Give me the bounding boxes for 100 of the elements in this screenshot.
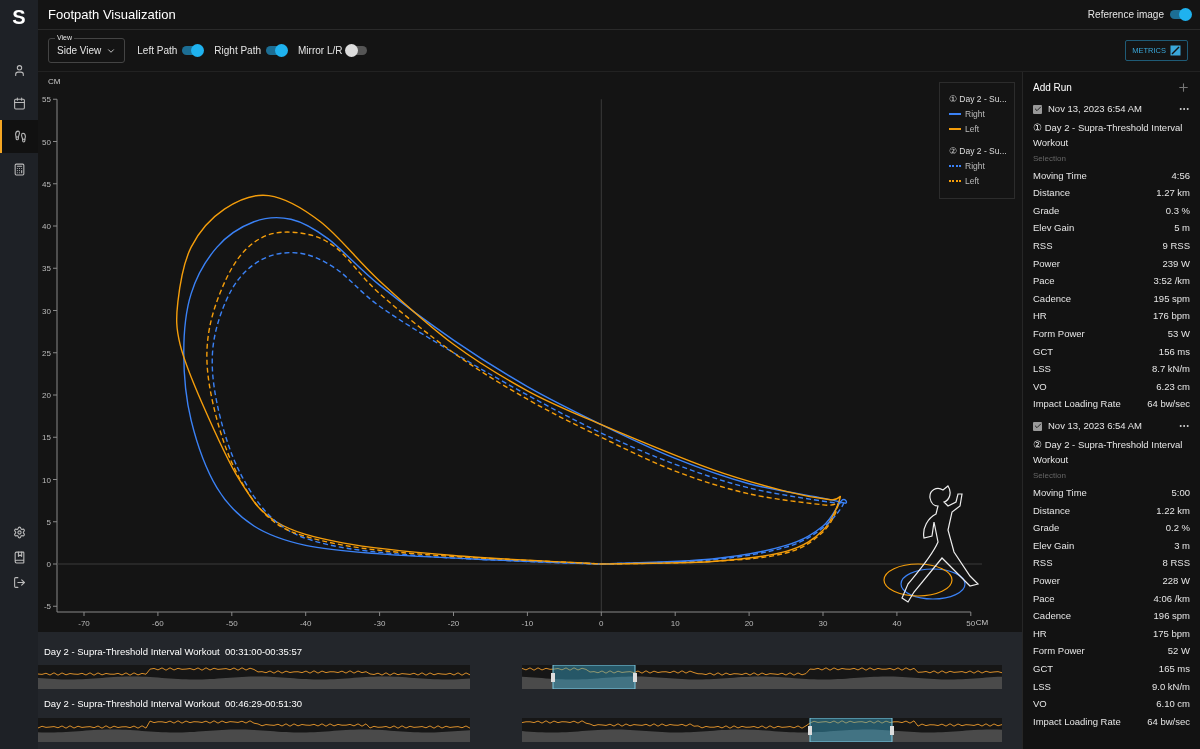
calendar-icon xyxy=(12,97,26,110)
legend-label: Left xyxy=(965,122,980,136)
metric-label: Power xyxy=(1033,256,1060,271)
y-tick-label: 55 xyxy=(42,95,51,105)
timeline-sparkline[interactable] xyxy=(38,665,1002,690)
timeline-label: Day 2 - Supra-Threshold Interval Workout 00:31:00-00:35:57 xyxy=(43,645,304,659)
path-switch[interactable] xyxy=(182,46,203,55)
metric-value: 4:56 xyxy=(1171,168,1190,183)
path-switch[interactable] xyxy=(347,46,368,55)
add-icon[interactable] xyxy=(1177,80,1190,94)
reference-image-switch[interactable] xyxy=(1170,10,1190,19)
metric-label: HR xyxy=(1033,309,1047,324)
metric-value: 165 ms xyxy=(1158,661,1190,676)
metric-value: 196 spm xyxy=(1153,609,1190,624)
metric-value: 228 W xyxy=(1162,573,1190,588)
y-tick-label: 20 xyxy=(42,391,51,400)
metric-value: 1.27 km xyxy=(1156,186,1190,201)
chart-toggle-icon xyxy=(1170,45,1181,56)
metric-value: 0.2 % xyxy=(1165,521,1190,536)
metric-value: 1.22 km xyxy=(1156,503,1190,518)
metric-value: 195 spm xyxy=(1153,291,1190,306)
metric-label: VO xyxy=(1033,697,1047,712)
metric-label: LSS xyxy=(1033,679,1051,694)
metric-value: 5:00 xyxy=(1171,486,1190,500)
metric-label: Impact Loading Rate xyxy=(1033,714,1121,729)
app-logo[interactable]: S xyxy=(0,0,38,34)
metric-label: Moving Time xyxy=(1033,168,1087,183)
metric-value: 175 bpm xyxy=(1153,626,1190,641)
bookmark-icon[interactable] xyxy=(12,551,26,564)
x-tick-label: -30 xyxy=(373,619,386,628)
metric-value: 239 W xyxy=(1162,256,1190,271)
x-tick-label: -20 xyxy=(447,619,460,628)
x-tick-label: 40 xyxy=(892,619,902,628)
y-axis-unit: CM xyxy=(48,77,61,86)
run-checkbox[interactable] xyxy=(1033,421,1042,431)
metric-value: 176 bpm xyxy=(1153,309,1190,324)
timeline-sparkline[interactable] xyxy=(38,717,1002,742)
metric-label: GCT xyxy=(1033,344,1054,359)
section-label: Selection xyxy=(1033,153,1067,165)
metric-value: 53 W xyxy=(1167,327,1190,341)
x-axis-unit: CM xyxy=(975,618,989,627)
metric-label: LSS xyxy=(1033,362,1051,377)
path-switch[interactable] xyxy=(266,46,287,55)
y-tick-label: 30 xyxy=(42,306,51,316)
run-date: Nov 13, 2023 6:54 AM xyxy=(1048,101,1142,116)
toggle-label: Reference image xyxy=(1087,8,1164,22)
metric-value: 156 ms xyxy=(1158,344,1190,359)
y-tick-label: 5 xyxy=(46,517,51,527)
calculator-icon xyxy=(12,163,26,176)
x-tick-label: 0 xyxy=(599,619,604,628)
metric-label: Elev Gain xyxy=(1033,221,1075,236)
x-tick-label: 50 xyxy=(966,619,976,628)
run-date: Nov 13, 2023 6:54 AM xyxy=(1048,419,1142,434)
settings-icon[interactable] xyxy=(12,526,26,539)
section-label: Selection xyxy=(1033,470,1067,483)
y-tick-label: 40 xyxy=(42,222,51,231)
y-tick-label: 15 xyxy=(42,433,51,443)
run-title: ① Day 2 - Supra-Threshold Interval Workout xyxy=(1033,121,1184,150)
metric-value: 8 RSS xyxy=(1162,556,1190,571)
x-tick-label: -70 xyxy=(78,619,90,628)
metric-value: 64 bw/sec xyxy=(1147,397,1190,412)
x-tick-label: -50 xyxy=(226,619,238,628)
sidebar-item[interactable] xyxy=(0,120,38,153)
metric-label: GCT xyxy=(1033,661,1054,676)
timeline-label: Day 2 - Supra-Threshold Interval Workout 00:46:29-00:51:30 xyxy=(43,697,304,712)
footprints-icon xyxy=(13,130,27,143)
metric-label: Cadence xyxy=(1033,291,1072,306)
x-tick-label: -10 xyxy=(521,619,534,628)
y-tick-label: 45 xyxy=(42,179,51,189)
metric-value: 52 W xyxy=(1167,644,1190,659)
metric-value: 3 m xyxy=(1174,538,1190,553)
metric-label: Form Power xyxy=(1033,644,1085,659)
y-tick-label: 10 xyxy=(42,475,51,485)
y-tick-label: -5 xyxy=(43,602,51,612)
metric-value: 0.3 % xyxy=(1165,203,1190,218)
metric-label: Power xyxy=(1033,573,1060,588)
x-tick-label: 20 xyxy=(744,619,754,628)
y-tick-label: 25 xyxy=(42,348,51,358)
user-icon xyxy=(12,64,26,77)
x-tick-label: -40 xyxy=(299,619,312,628)
y-tick-label: 50 xyxy=(42,137,51,147)
metric-label: RSS xyxy=(1033,239,1053,254)
toggle-label: Mirror L/R xyxy=(298,44,343,58)
panel-title: Add Run xyxy=(1033,80,1072,95)
legend-label: Right xyxy=(965,107,985,121)
legend-title: ② Day 2 - Su... xyxy=(949,145,1005,158)
x-tick-label: 10 xyxy=(670,619,680,628)
metric-value: 5 m xyxy=(1174,221,1190,236)
metric-label: Grade xyxy=(1033,203,1060,218)
toggle-label: Left Path xyxy=(137,44,178,58)
metric-value: 9.0 kN/m xyxy=(1152,679,1190,694)
metric-label: Pace xyxy=(1033,591,1055,606)
run-checkbox[interactable] xyxy=(1033,104,1042,114)
logout-icon[interactable] xyxy=(12,576,26,589)
toggle-label: Right Path xyxy=(214,44,262,58)
metric-label: Moving Time xyxy=(1033,486,1087,500)
metric-label: Pace xyxy=(1033,274,1055,289)
metric-value: 6.10 cm xyxy=(1156,697,1190,712)
metric-label: Cadence xyxy=(1033,609,1072,624)
legend-label: Right xyxy=(965,160,985,173)
